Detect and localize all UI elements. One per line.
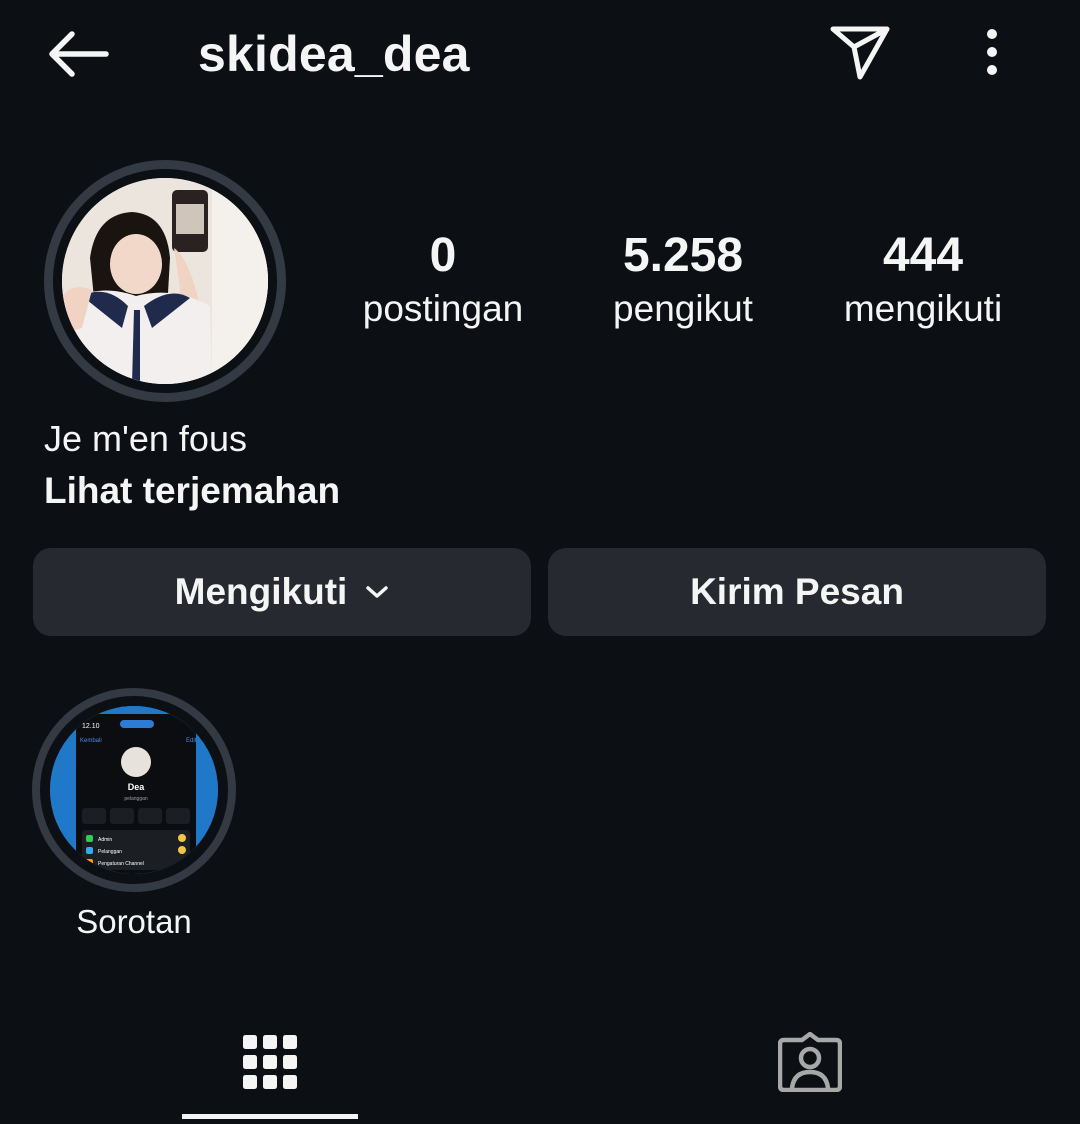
followers-label: pengikut [613,288,753,329]
send-message-label: Kirim Pesan [690,571,904,612]
avatar [62,178,268,384]
top-bar: skidea_dea [0,0,1080,110]
back-button[interactable] [40,22,116,86]
bio-text: Je m'en fous [44,418,247,459]
highlight-thumbnail: 12.10 Kembali Edit Dea pelanggan Admin P… [50,706,218,874]
highlight-label: Sorotan [76,903,192,940]
grid-icon [243,1035,297,1089]
thumb-edit: Edit [186,738,197,744]
highlight-screenshot: 12.10 Kembali Edit Dea pelanggan Admin P… [50,706,218,874]
thumb-row-settings: Pengaturan Channel [98,861,144,867]
more-vertical-icon [987,29,997,75]
send-message-button[interactable]: Kirim Pesan [548,548,1046,636]
tab-posts-grid[interactable] [0,1000,540,1124]
active-tab-indicator [182,1114,358,1119]
thumb-row-subscribers: Pelanggan [98,849,122,855]
following-button-label: Mengikuti [174,571,348,612]
profile-username: skidea_dea [198,26,470,82]
profile-screen: skidea_dea 0 postingan 5.258 pengikut 44… [0,0,1080,1124]
tagged-person-icon [778,1032,842,1092]
more-options-button[interactable] [962,18,1022,86]
tab-tagged[interactable] [540,1000,1080,1124]
see-translation-link[interactable]: Lihat terjemahan [44,468,340,514]
profile-avatar-ring[interactable] [44,160,286,402]
thumb-name: Dea [128,782,146,792]
share-profile-button[interactable] [824,18,896,86]
arrow-left-icon [49,31,109,77]
following-label: mengikuti [843,288,1003,329]
story-highlight[interactable]: 12.10 Kembali Edit Dea pelanggan Admin P… [32,688,236,892]
stat-following[interactable]: 444 mengikuti [823,226,1023,332]
paper-plane-icon [830,26,890,80]
posts-count: 0 [429,229,457,282]
thumb-back: Kembali [80,738,102,744]
thumb-handle: pelanggan [124,796,148,802]
avatar-photo [62,178,268,384]
stat-followers[interactable]: 5.258 pengikut [583,226,783,332]
chevron-down-icon [365,584,389,600]
followers-count: 5.258 [622,229,744,282]
stat-posts[interactable]: 0 postingan [343,226,543,332]
following-button[interactable]: Mengikuti [33,548,531,636]
thumb-time: 12.10 [82,723,100,730]
posts-label: postingan [362,288,524,329]
following-count: 444 [882,229,964,282]
thumb-row-admin: Admin [98,837,112,843]
